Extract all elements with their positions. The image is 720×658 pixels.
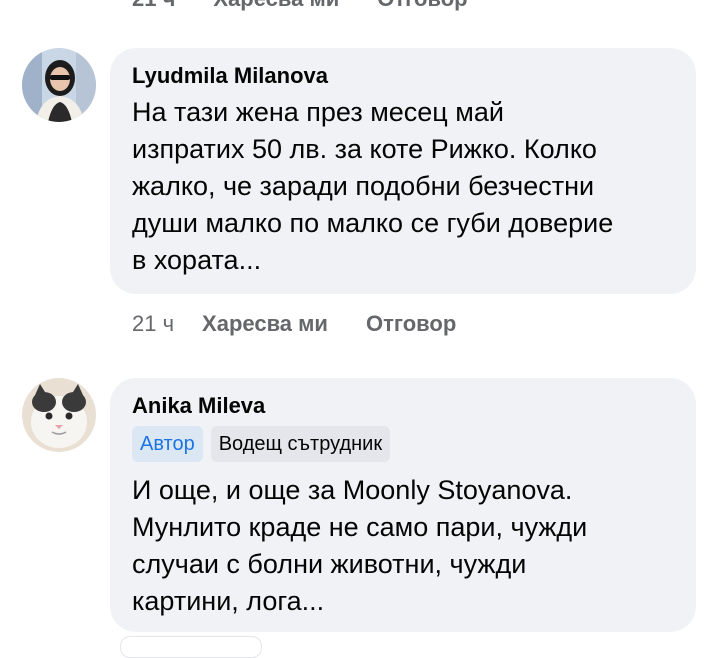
comment-author[interactable]: Anika Mileva xyxy=(132,392,674,420)
comment-text: И още, и още за Moonly Stoyanova. Мунлит… xyxy=(132,475,588,616)
reaction-pill[interactable] xyxy=(120,636,262,658)
previous-comment-actions: 21 ч Харесва ми Отговор xyxy=(132,0,468,12)
avatar-photo xyxy=(22,378,96,452)
comment-time[interactable]: 21 ч xyxy=(132,311,174,337)
reply-link[interactable]: Отговор xyxy=(366,311,456,337)
comment-actions: 21 ч Харесва ми Отговор xyxy=(132,311,456,337)
badge-row: Автор Водещ сътрудник xyxy=(132,426,674,462)
comment-author[interactable]: Lyudmila Milanova xyxy=(132,62,674,90)
comment-time: 21 ч xyxy=(132,0,175,12)
comment-bubble[interactable]: Anika Mileva Автор Водещ сътрудник И още… xyxy=(110,378,696,632)
comment-text: На тази жена през месец май изпратих 50 … xyxy=(132,97,614,275)
top-contributor-badge: Водещ сътрудник xyxy=(210,426,391,462)
avatar[interactable] xyxy=(22,48,96,122)
reply-link[interactable]: Отговор xyxy=(377,0,467,12)
avatar[interactable] xyxy=(22,378,96,452)
comment-bubble[interactable]: Lyudmila Milanova На тази жена през месе… xyxy=(110,48,696,294)
like-link[interactable]: Харесва ми xyxy=(213,0,339,12)
author-badge: Автор xyxy=(132,426,203,462)
like-link[interactable]: Харесва ми xyxy=(202,311,328,337)
avatar-photo xyxy=(22,48,96,122)
